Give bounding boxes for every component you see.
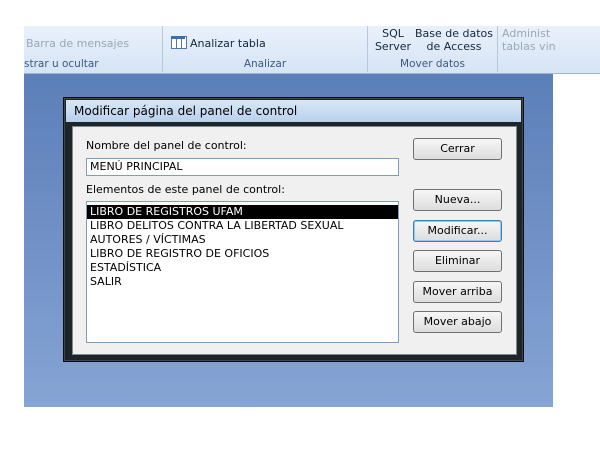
delete-button[interactable]: Eliminar <box>413 250 502 272</box>
dialog-title: Modificar página del panel de control <box>74 104 298 118</box>
ribbon-group-analyze: Analizar tabla Analizar <box>163 26 368 72</box>
ribbon-group-admin: Administ tablas vin <box>498 26 600 72</box>
new-button[interactable]: Nueva... <box>413 189 502 211</box>
sql-server-label-1: SQL <box>382 27 404 40</box>
access-database-label-1: Base de datos <box>414 27 494 40</box>
sql-server-button[interactable]: SQL Server <box>374 27 412 53</box>
ribbon-group-move-data: SQL Server Base de datos de Access Mover… <box>368 26 498 72</box>
ribbon: Barra de mensajes strar u ocultar Analiz… <box>24 26 600 74</box>
list-item[interactable]: LIBRO DELITOS CONTRA LA LIBERTAD SEXUAL <box>87 219 398 233</box>
list-item[interactable]: ESTADÍSTICA <box>87 261 398 275</box>
list-item[interactable]: AUTORES / VÍCTIMAS <box>87 233 398 247</box>
linked-table-manager-label-2: tablas vin <box>502 40 556 53</box>
dialog-client-area: Nombre del panel de control: MENÚ PRINCI… <box>72 126 517 355</box>
list-item[interactable]: LIBRO DE REGISTROS UFAM <box>87 205 398 219</box>
edit-button[interactable]: Modificar... <box>413 220 502 242</box>
ribbon-group-caption: strar u ocultar <box>24 58 99 70</box>
switchboard-name-input[interactable]: MENÚ PRINCIPAL <box>86 158 399 176</box>
table-icon <box>171 36 187 49</box>
list-item[interactable]: SALIR <box>87 275 398 289</box>
linked-table-manager-label-1: Administ <box>502 27 551 40</box>
analyze-table-label: Analizar tabla <box>190 37 266 50</box>
ribbon-group-caption: Analizar <box>243 58 287 70</box>
ribbon-group-show-hide: Barra de mensajes strar u ocultar <box>24 26 163 72</box>
message-bar-toggle[interactable]: Barra de mensajes <box>26 37 129 50</box>
analyze-table-button[interactable]: Analizar tabla <box>171 36 266 50</box>
access-database-label-2: de Access <box>426 40 482 53</box>
move-up-button[interactable]: Mover arriba <box>413 281 502 303</box>
sql-server-label-2: Server <box>374 40 412 53</box>
dialog-titlebar[interactable]: Modificar página del panel de control <box>66 100 521 122</box>
switchboard-name-label: Nombre del panel de control: <box>86 139 247 152</box>
items-listbox[interactable]: LIBRO DE REGISTROS UFAM LIBRO DELITOS CON… <box>86 201 399 343</box>
close-button[interactable]: Cerrar <box>413 138 502 160</box>
linked-table-manager-button[interactable]: Administ tablas vin <box>502 27 598 53</box>
list-item[interactable]: LIBRO DE REGISTRO DE OFICIOS <box>87 247 398 261</box>
items-label: Elementos de este panel de control: <box>86 183 285 196</box>
access-database-button[interactable]: Base de datos de Access <box>414 27 494 53</box>
move-down-button[interactable]: Mover abajo <box>413 311 502 333</box>
ribbon-group-caption: Mover datos <box>400 58 465 70</box>
edit-switchboard-dialog: Modificar página del panel de control No… <box>63 97 524 362</box>
